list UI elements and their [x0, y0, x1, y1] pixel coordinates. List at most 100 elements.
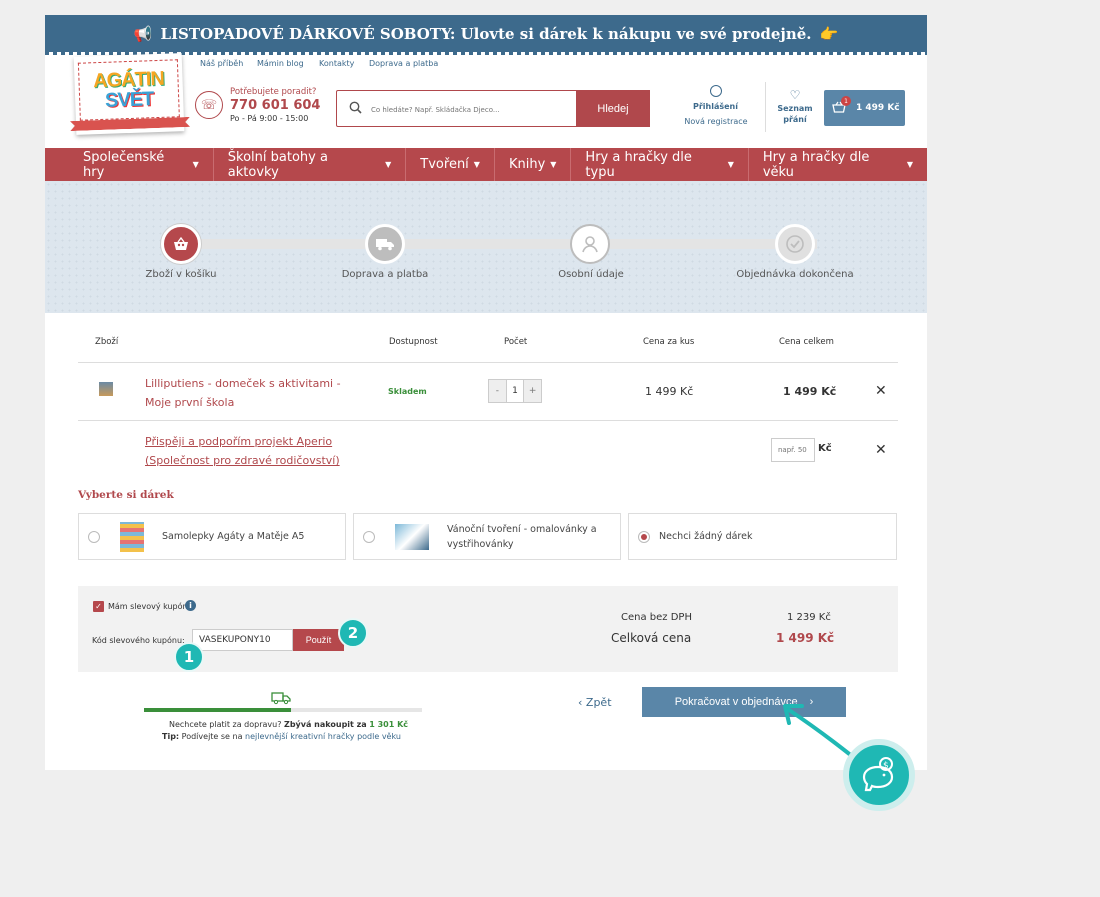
login-link[interactable]: Přihlášení Nová registrace [684, 85, 748, 126]
nav-item-school-bags[interactable]: Školní batohy a aktovky ▼ [214, 148, 407, 181]
search-input[interactable] [371, 103, 571, 117]
chevron-down-icon: ▼ [473, 160, 480, 169]
header-total: Cena celkem [779, 337, 834, 347]
back-link[interactable]: ‹ Zpět [578, 696, 612, 709]
info-icon[interactable]: i [185, 600, 196, 611]
remove-item-icon[interactable]: ✕ [875, 383, 887, 399]
qty-decrease-button[interactable]: - [489, 380, 506, 402]
gift-radio[interactable] [363, 530, 375, 543]
cheapest-toys-link[interactable]: nejlevnější kreativní hračky podle věku [245, 732, 401, 741]
megaphone-icon: 📢 [133, 24, 153, 43]
step-label-personal: Osobní údaje [558, 269, 624, 280]
free-shipping-text: Nechcete platit za dopravu? Zbývá nakoup… [169, 720, 409, 729]
gift-option[interactable]: Vánoční tvoření - omalovánky a vystřihov… [353, 513, 621, 560]
heart-icon: ♡ [789, 88, 801, 102]
free-shipping-progress-fill [144, 708, 291, 712]
step-shipping-icon [365, 224, 405, 264]
gift-section-title: Vyberte si dárek [78, 489, 174, 501]
nav-item-toys-by-age[interactable]: Hry a hračky dle věku ▼ [749, 148, 927, 181]
coupon-checkbox[interactable]: ✓ [93, 601, 104, 612]
nav-item-toys-by-type[interactable]: Hry a hračky dle typu ▼ [571, 148, 749, 181]
gift-option-selected[interactable]: Nechci žádný dárek [628, 513, 897, 560]
chevron-down-icon: ▼ [192, 160, 199, 169]
wishlist-label: Seznam přání [777, 104, 813, 124]
gift-option[interactable]: Samolepky Agáty a Matěje A5 [78, 513, 346, 560]
chevron-down-icon: ▼ [550, 160, 557, 169]
nav-item-crafts[interactable]: Tvoření ▼ [406, 148, 495, 181]
step-done-icon [775, 224, 815, 264]
login-label: Přihlášení [692, 102, 738, 111]
apply-coupon-button[interactable]: Použít [293, 629, 344, 651]
help-hours: Po - Pá 9:00 - 15:00 [230, 114, 309, 123]
header-divider [765, 82, 766, 132]
coupon-checkbox-label: Mám slevový kupón [108, 602, 188, 611]
gift-thumbnail [395, 523, 429, 550]
step-cart-icon [161, 224, 201, 264]
search-button[interactable]: Hledej [576, 90, 650, 127]
search-icon [349, 101, 362, 118]
line-total: 1 499 Kč [783, 385, 837, 398]
remove-donation-icon[interactable]: ✕ [875, 442, 887, 458]
step-user-icon [570, 224, 610, 264]
step-label-shipping: Doprava a platba [341, 269, 429, 280]
price-without-vat: 1 239 Kč [787, 612, 831, 623]
chevron-down-icon: ▼ [385, 160, 392, 169]
register-link[interactable]: Nová registrace [680, 117, 752, 126]
phone-icon: ☏ [195, 91, 223, 119]
chevron-left-icon: ‹ [578, 696, 583, 709]
coupon-code-label: Kód slevového kupónu: [92, 636, 185, 645]
donation-amount-input[interactable] [771, 438, 815, 462]
step-marker-2: 2 [338, 618, 368, 648]
qty-input[interactable]: 1 [505, 380, 525, 402]
header-product: Zboží [95, 337, 119, 347]
total-price: 1 499 Kč [776, 631, 835, 645]
main-nav: Společenské hry ▼ Školní batohy a aktovky… [45, 148, 927, 181]
product-name-link[interactable]: Lilliputiens - domeček s aktivitami - Mo… [145, 374, 365, 412]
free-shipping-tip: Tip: Podívejte se na nejlevnější kreativ… [162, 732, 401, 741]
donation-link[interactable]: Přispěji a podpořím projekt Aperio (Spol… [145, 432, 365, 470]
product-thumbnail[interactable] [99, 382, 113, 396]
nav-item-board-games[interactable]: Společenské hry ▼ [45, 148, 214, 181]
page: 📢 LISTOPADOVÉ DÁRKOVÉ SOBOTY: Ulovte si … [45, 15, 927, 770]
step-marker-1: 1 [174, 642, 204, 672]
promo-banner[interactable]: 📢 LISTOPADOVÉ DÁRKOVÉ SOBOTY: Ulovte si … [45, 15, 927, 55]
gift-label: Samolepky Agáty a Matěje A5 [162, 531, 305, 542]
price-without-vat-label: Cena bez DPH [621, 612, 692, 623]
help-label: Potřebujete poradit? [230, 87, 317, 97]
row-divider [78, 420, 898, 421]
logo-line-2: SVĚT [104, 88, 154, 112]
header-availability: Dostupnost [389, 337, 438, 347]
cart-total: 1 499 Kč [856, 103, 900, 113]
donation-currency: Kč [818, 443, 832, 454]
header-quantity: Počet [504, 337, 528, 347]
site-logo[interactable]: AGÁTIN SVĚT [74, 53, 185, 135]
chevron-down-icon: ▼ [906, 160, 913, 169]
total-price-label: Celková cena [611, 631, 692, 645]
gift-thumbnail [120, 521, 144, 552]
steps-track [181, 239, 817, 249]
coupon-code-input[interactable] [192, 629, 293, 651]
availability-badge: Skladem [388, 387, 427, 396]
user-icon [709, 85, 722, 97]
link-contacts[interactable]: Kontakty [319, 59, 354, 68]
header-unit-price: Cena za kus [643, 337, 695, 347]
wishlist-link[interactable]: ♡ Seznam přání [775, 88, 815, 125]
delivery-truck-icon [271, 689, 291, 709]
gift-radio[interactable] [88, 530, 100, 543]
unit-price: 1 499 Kč [645, 385, 694, 398]
row-divider [78, 362, 898, 363]
gift-label: Nechci žádný dárek [659, 531, 753, 542]
nav-item-books[interactable]: Knihy ▼ [495, 148, 572, 181]
link-about[interactable]: Náš příběh [200, 59, 243, 68]
qty-increase-button[interactable]: + [524, 380, 542, 402]
link-blog[interactable]: Mámin blog [257, 59, 304, 68]
help-phone[interactable]: 770 601 604 [230, 98, 320, 113]
gift-label: Vánoční tvoření - omalovánky a vystřihov… [447, 523, 597, 550]
gift-radio[interactable] [638, 530, 650, 543]
quantity-stepper: - 1 + [488, 379, 542, 403]
cart-button[interactable]: 1 499 Kč [824, 90, 905, 126]
pointing-hand-icon: 👉 [819, 24, 839, 43]
cart-count-badge: 1 [841, 96, 851, 106]
link-shipping[interactable]: Doprava a platba [369, 59, 438, 68]
promo-text: LISTOPADOVÉ DÁRKOVÉ SOBOTY: Ulovte si dá… [160, 24, 812, 43]
